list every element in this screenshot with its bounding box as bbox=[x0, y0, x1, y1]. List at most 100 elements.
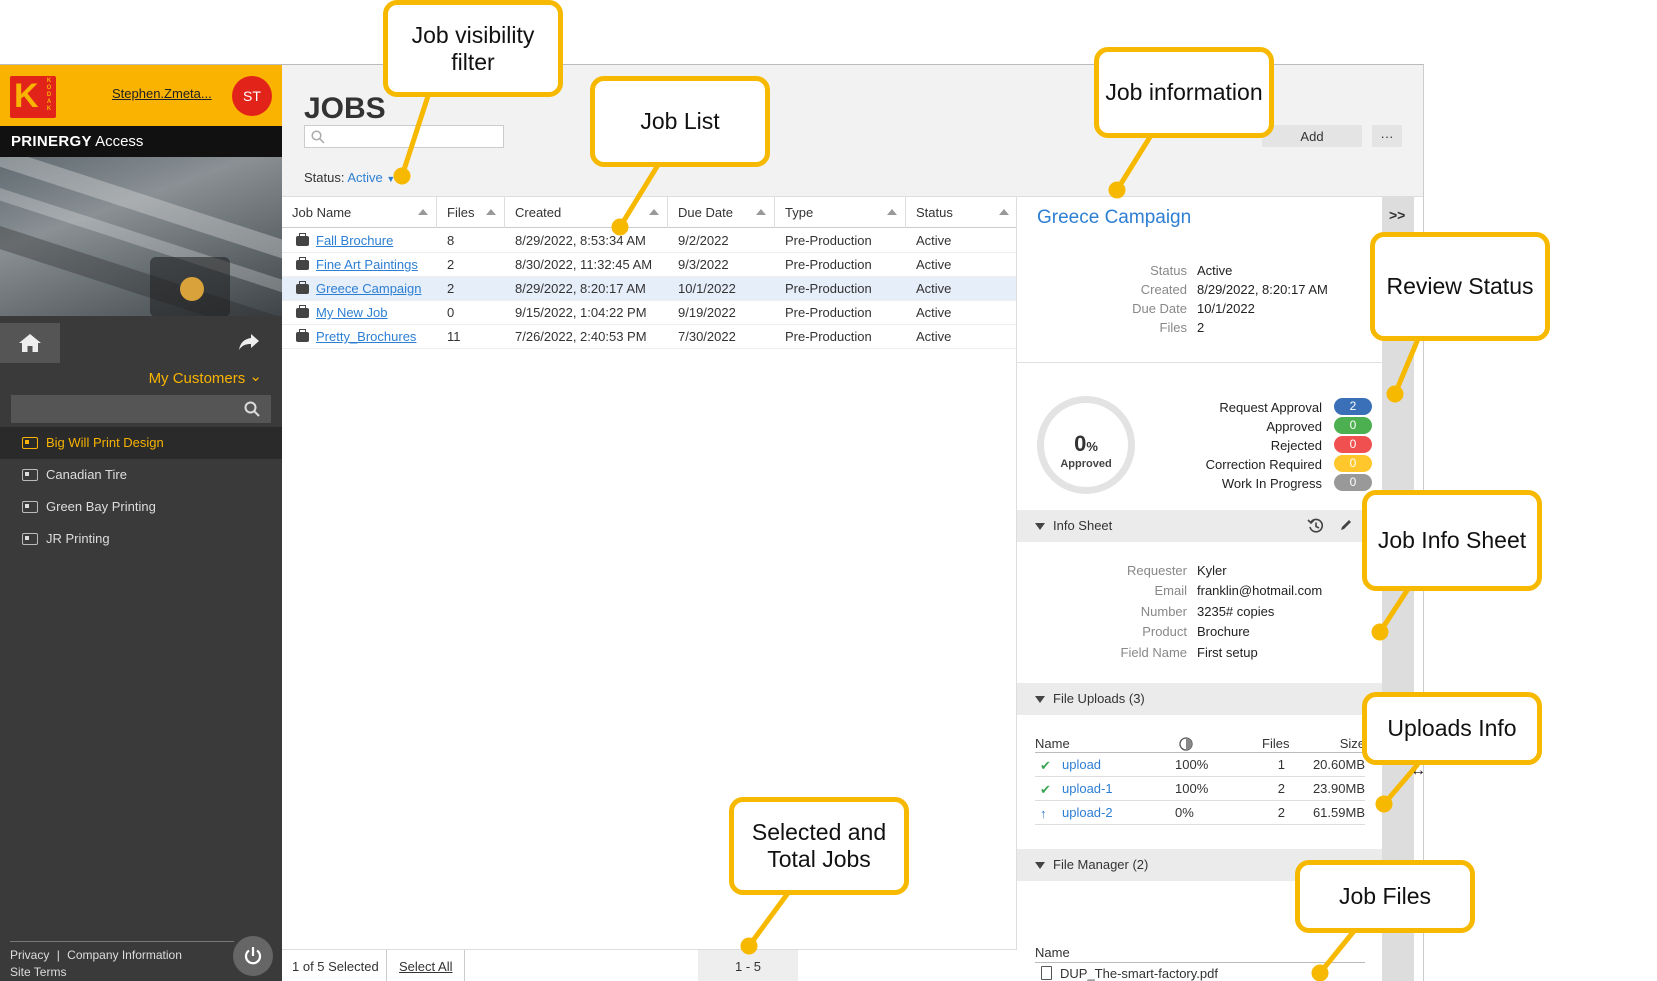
job-title: Greece Campaign bbox=[1037, 207, 1192, 228]
logout-button[interactable] bbox=[233, 936, 273, 976]
approval-percent: 0% bbox=[1044, 431, 1128, 457]
callout-job-files: Job Files bbox=[1295, 860, 1475, 933]
column-label: Status bbox=[916, 205, 953, 220]
review-status-count: 2 bbox=[1334, 398, 1372, 415]
upload-row[interactable]: ✔ upload-1 100% 2 23.90MB bbox=[1035, 777, 1365, 801]
callout-uploads-info: Uploads Info bbox=[1362, 692, 1542, 765]
customer-name: Green Bay Printing bbox=[46, 499, 156, 514]
home-tab[interactable] bbox=[0, 323, 60, 363]
upload-name[interactable]: upload bbox=[1062, 757, 1101, 772]
column-header-created[interactable]: Created bbox=[505, 197, 668, 228]
review-status-work-in-progress[interactable]: Work In Progress 0 bbox=[1167, 474, 1372, 493]
sort-icon bbox=[887, 209, 897, 215]
table-row[interactable]: Fall Brochure 8 8/29/2022, 8:53:34 AM 9/… bbox=[282, 229, 1017, 253]
review-status-approved[interactable]: Approved 0 bbox=[1167, 417, 1372, 436]
search-icon bbox=[311, 130, 325, 144]
share-icon[interactable] bbox=[238, 333, 260, 351]
status-filter-dropdown[interactable]: Active ▼ bbox=[347, 170, 395, 185]
privacy-link[interactable]: Privacy bbox=[10, 948, 49, 962]
job-name-link[interactable]: Fine Art Paintings bbox=[316, 257, 418, 272]
info-value: 8/29/2022, 8:20:17 AM bbox=[1197, 282, 1328, 297]
arrow-up-icon: ↑ bbox=[1040, 806, 1047, 821]
user-avatar[interactable]: ST bbox=[232, 76, 272, 116]
job-name-link[interactable]: My New Job bbox=[316, 305, 388, 320]
info-value: 2 bbox=[1197, 320, 1205, 335]
section-title: Info Sheet bbox=[1053, 518, 1113, 533]
jobs-search-input[interactable] bbox=[304, 125, 504, 148]
field-value: franklin@hotmail.com bbox=[1197, 583, 1323, 598]
review-status-rejected[interactable]: Rejected 0 bbox=[1167, 436, 1372, 455]
customer-search-input[interactable] bbox=[11, 395, 271, 423]
upload-row[interactable]: ↑ upload-2 0% 2 61.59MB bbox=[1035, 801, 1365, 825]
column-header-job-name[interactable]: Job Name bbox=[282, 197, 437, 228]
company-info-link[interactable]: Company Information bbox=[67, 948, 182, 962]
file-name[interactable]: DUP_The-smart-factory.pdf bbox=[1060, 966, 1218, 981]
checkmark-icon: ✔ bbox=[1040, 758, 1051, 773]
upload-name[interactable]: upload-1 bbox=[1062, 781, 1113, 796]
history-icon[interactable] bbox=[1307, 517, 1325, 535]
info-key: Files bbox=[1159, 320, 1187, 335]
upload-files: 2 bbox=[1277, 805, 1285, 820]
table-row[interactable]: My New Job 0 9/15/2022, 1:04:22 PM 9/19/… bbox=[282, 301, 1017, 325]
column-header-files[interactable]: Files bbox=[437, 197, 505, 228]
customer-item-big-will[interactable]: Big Will Print Design bbox=[0, 427, 282, 459]
job-name-link[interactable]: Fall Brochure bbox=[316, 233, 393, 248]
job-name-link[interactable]: Pretty_Brochures bbox=[316, 329, 416, 344]
approval-percent-value: 0 bbox=[1074, 431, 1087, 456]
review-status-correction-required[interactable]: Correction Required 0 bbox=[1167, 455, 1372, 474]
pencil-icon[interactable] bbox=[1339, 518, 1353, 532]
table-row[interactable]: Fine Art Paintings 2 8/30/2022, 11:32:45… bbox=[282, 253, 1017, 277]
caret-down-icon bbox=[1035, 862, 1045, 869]
customer-item-canadian-tire[interactable]: Canadian Tire bbox=[0, 459, 282, 491]
sidebar-header: K K O D A K Stephen.Zmeta... ST bbox=[0, 65, 282, 126]
table-row-selected[interactable]: Greece Campaign 2 8/29/2022, 8:20:17 AM … bbox=[282, 277, 1017, 301]
screenshot-root: K K O D A K Stephen.Zmeta... ST PRINERGY… bbox=[0, 0, 1657, 981]
column-header-status[interactable]: Status bbox=[906, 197, 1017, 228]
job-due-date: 9/3/2022 bbox=[678, 257, 729, 272]
customer-item-jr-printing[interactable]: JR Printing bbox=[0, 523, 282, 555]
field-key: Number bbox=[1140, 604, 1187, 619]
job-due-date: 9/2/2022 bbox=[678, 233, 729, 248]
review-status-request-approval[interactable]: Request Approval 2 bbox=[1167, 398, 1372, 417]
review-status-name: Work In Progress bbox=[1221, 476, 1322, 491]
job-files: 8 bbox=[447, 233, 455, 248]
file-row[interactable]: DUP_The-smart-factory.pdf bbox=[1035, 964, 1365, 981]
user-name-link[interactable]: Stephen.Zmeta... bbox=[112, 86, 212, 101]
upload-percent: 100% bbox=[1175, 757, 1209, 772]
upload-row[interactable]: ✔ upload 100% 1 20.60MB bbox=[1035, 753, 1365, 777]
status-filter-value: Active bbox=[347, 170, 383, 185]
job-files: 0 bbox=[447, 305, 455, 320]
info-sheet-section-header[interactable]: Info Sheet bbox=[1017, 510, 1382, 542]
job-due-date: 10/1/2022 bbox=[678, 281, 736, 296]
job-name-link[interactable]: Greece Campaign bbox=[316, 281, 422, 296]
column-header-type[interactable]: Type bbox=[775, 197, 906, 228]
review-status-count: 0 bbox=[1334, 436, 1372, 453]
customer-name: Big Will Print Design bbox=[46, 435, 164, 450]
callout-job-info-sheet: Job Info Sheet bbox=[1362, 490, 1542, 591]
review-status-count: 0 bbox=[1334, 474, 1372, 491]
job-files: 2 bbox=[447, 257, 455, 272]
my-customers-dropdown[interactable]: My Customers ⌄ bbox=[0, 368, 262, 387]
customer-item-green-bay[interactable]: Green Bay Printing bbox=[0, 491, 282, 523]
more-options-button[interactable]: ··· bbox=[1372, 125, 1402, 147]
column-header-due-date[interactable]: Due Date bbox=[668, 197, 775, 228]
select-all-link[interactable]: Select All bbox=[386, 950, 466, 981]
job-type: Pre-Production bbox=[785, 257, 872, 272]
field-key: Email bbox=[1154, 583, 1187, 598]
upload-name[interactable]: upload-2 bbox=[1062, 805, 1113, 820]
site-terms-link[interactable]: Site Terms bbox=[10, 965, 66, 979]
callout-job-visibility-filter: Job visibility filter bbox=[383, 0, 563, 97]
approval-label: Approved bbox=[1060, 458, 1112, 470]
contact-card-icon bbox=[22, 469, 38, 481]
chevron-down-icon: ⌄ bbox=[249, 368, 262, 385]
add-job-button[interactable]: Add bbox=[1262, 125, 1362, 147]
uploads-col-name: Name bbox=[1035, 736, 1070, 751]
sidebar-footer: Privacy | Company Information Site Terms bbox=[10, 941, 234, 981]
file-uploads-section-header[interactable]: File Uploads (3) bbox=[1017, 683, 1382, 715]
uploads-col-files: Files bbox=[1262, 736, 1290, 751]
upload-percent: 100% bbox=[1175, 781, 1209, 796]
info-value: Active bbox=[1197, 263, 1233, 278]
table-row[interactable]: Pretty_Brochures 11 7/26/2022, 2:40:53 P… bbox=[282, 325, 1017, 349]
upload-percent: 0% bbox=[1175, 805, 1194, 820]
callout-selected-total-jobs: Selected and Total Jobs bbox=[729, 797, 909, 895]
